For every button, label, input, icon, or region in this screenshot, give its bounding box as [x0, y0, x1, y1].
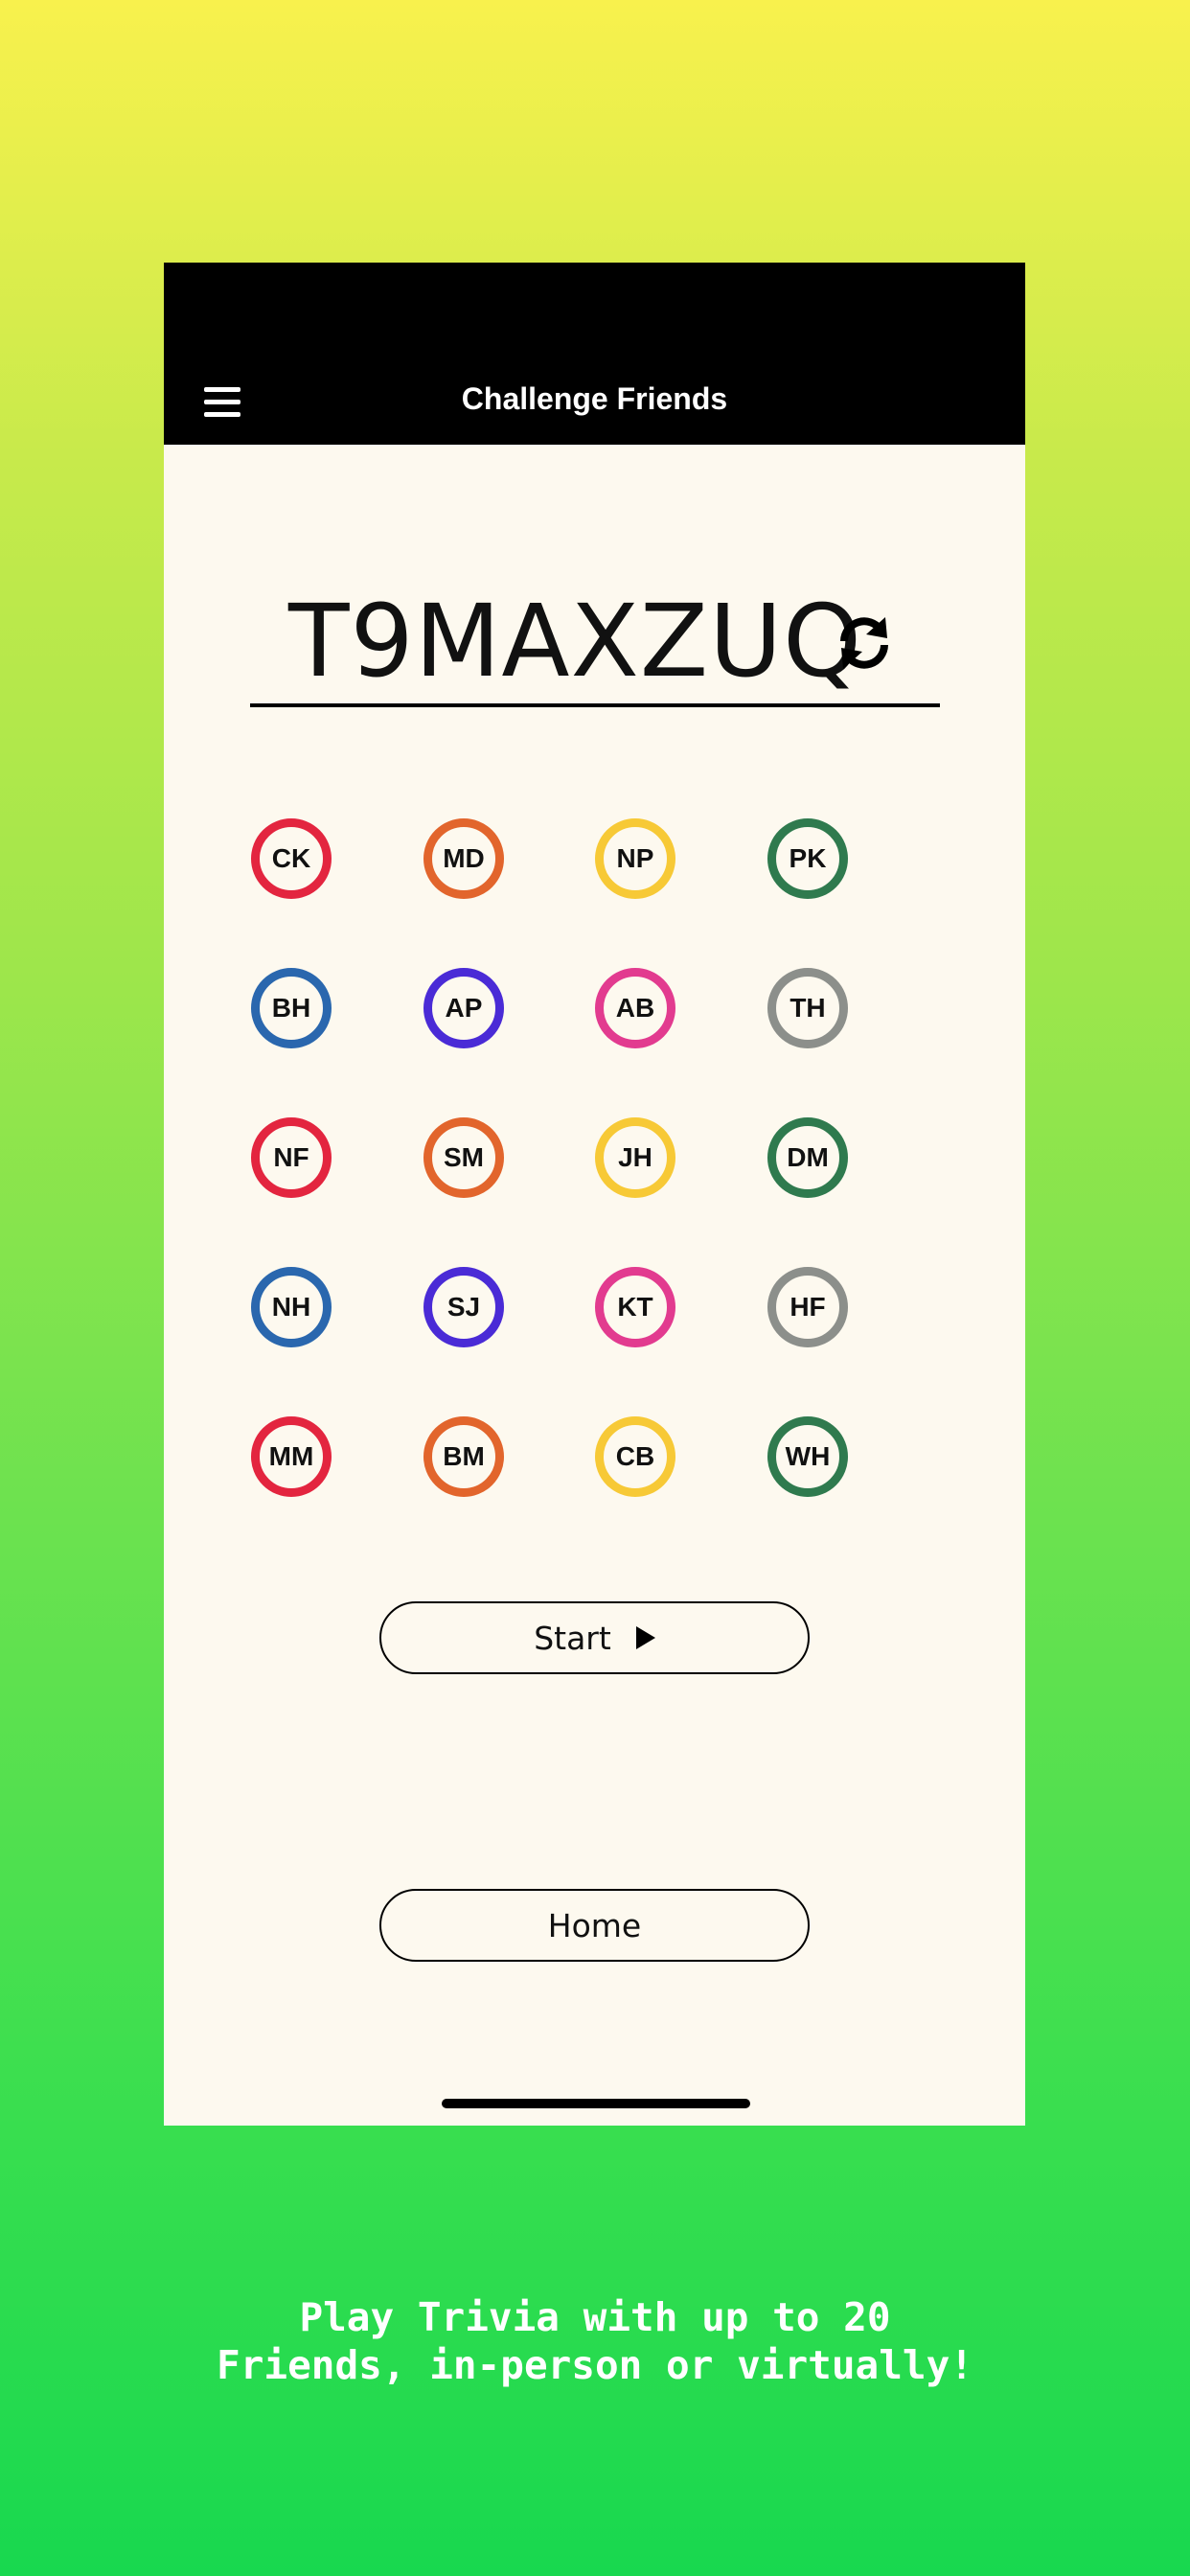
player-avatar-th[interactable]: TH: [767, 968, 848, 1048]
game-code: T9MAXZUQ: [288, 583, 863, 700]
player-avatar-pk[interactable]: PK: [767, 818, 848, 899]
player-avatar-bm[interactable]: BM: [423, 1416, 504, 1497]
player-avatar-cb[interactable]: CB: [595, 1416, 675, 1497]
home-label: Home: [547, 1906, 642, 1944]
home-indicator: [442, 2099, 750, 2108]
home-button[interactable]: Home: [379, 1889, 810, 1962]
phone-screen: Challenge Friends T9MAXZUQ CK MD NP PK BH AP A…: [164, 263, 1025, 2126]
player-avatar-np[interactable]: NP: [595, 818, 675, 899]
page-title: Challenge Friends: [461, 381, 728, 416]
promo-caption-line-1: Play Trivia with up to 20: [299, 2294, 891, 2340]
refresh-icon[interactable]: [835, 613, 894, 673]
player-avatar-bh[interactable]: BH: [251, 968, 332, 1048]
player-avatar-nh[interactable]: NH: [251, 1267, 332, 1347]
player-avatar-ab[interactable]: AB: [595, 968, 675, 1048]
player-avatar-md[interactable]: MD: [423, 818, 504, 899]
player-avatar-hf[interactable]: HF: [767, 1267, 848, 1347]
player-avatar-mm[interactable]: MM: [251, 1416, 332, 1497]
player-avatar-dm[interactable]: DM: [767, 1117, 848, 1198]
player-avatar-sj[interactable]: SJ: [423, 1267, 504, 1347]
promo-caption: Play Trivia with up to 20 Friends, in-pe…: [0, 2293, 1190, 2389]
player-avatar-ap[interactable]: AP: [423, 968, 504, 1048]
game-code-field: T9MAXZUQ: [250, 579, 940, 707]
player-avatar-jh[interactable]: JH: [595, 1117, 675, 1198]
play-icon: [635, 1626, 655, 1649]
start-button[interactable]: Start: [379, 1601, 810, 1674]
player-avatar-nf[interactable]: NF: [251, 1117, 332, 1198]
player-avatar-wh[interactable]: WH: [767, 1416, 848, 1497]
player-avatar-sm[interactable]: SM: [423, 1117, 504, 1198]
promo-caption-line-2: Friends, in-person or virtually!: [217, 2342, 973, 2388]
player-avatar-ck[interactable]: CK: [251, 818, 332, 899]
player-avatar-kt[interactable]: KT: [595, 1267, 675, 1347]
start-label: Start: [534, 1619, 611, 1657]
top-app-bar: Challenge Friends: [164, 263, 1025, 445]
